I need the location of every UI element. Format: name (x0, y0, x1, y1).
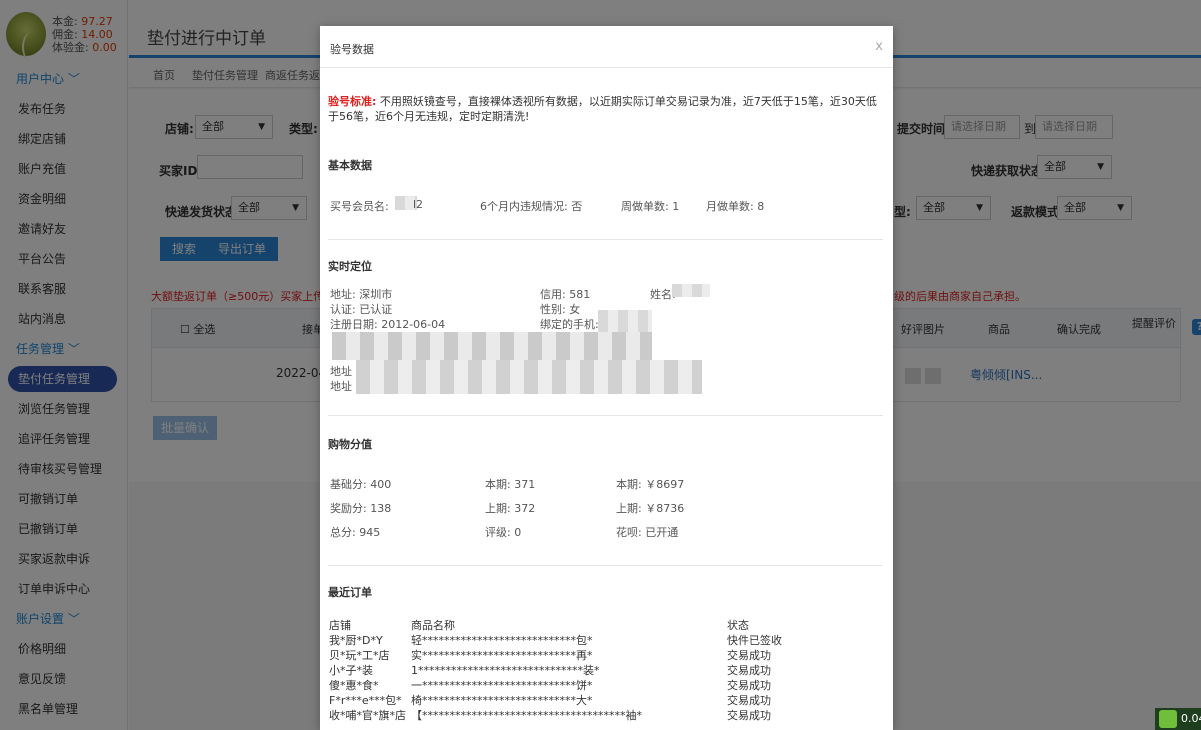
recent-orders-table: 店铺 商品名称 状态 我*厨*D*Y 轻********************… (329, 618, 869, 723)
bind-phone-label: 绑定的手机: (540, 318, 599, 331)
list-item: 贝*玩*工*店 实****************************再* … (329, 649, 771, 662)
credit-score: 信用: 581 (540, 288, 591, 301)
huabei-status: 花呗: 已开通 (616, 526, 679, 539)
member-name-tail: l2 (413, 198, 424, 211)
address-line-2: 地址 (330, 365, 352, 378)
basic-data-title: 基本数据 (328, 159, 372, 172)
redacted-block (672, 284, 710, 297)
redacted-block (598, 310, 652, 332)
shopping-score-title: 购物分值 (328, 438, 372, 451)
list-item: F*r***e***包* 椅**************************… (329, 694, 771, 707)
orders-col-shop: 店铺 (329, 619, 351, 632)
recent-orders-title: 最近订单 (328, 586, 372, 599)
violation-info: 6个月内违规情况: 否 (480, 200, 583, 213)
orders-header: 店铺 商品名称 状态 (329, 618, 869, 633)
list-item: 小*子*装 1******************************装* … (329, 664, 771, 677)
orders-col-product: 商品名称 (411, 619, 455, 632)
divider (328, 565, 883, 566)
redacted-block (332, 332, 652, 360)
this-period-score: 本期: 371 (485, 478, 536, 491)
this-period-amount: 本期: ￥8697 (616, 478, 685, 491)
orders-col-status: 状态 (727, 619, 749, 632)
weekly-orders: 周做单数: 1 (621, 200, 680, 213)
address-line-3: 地址 (330, 380, 352, 393)
close-icon[interactable]: x (875, 39, 883, 54)
standard-label: 验号标准: (328, 95, 377, 108)
verify-status: 认证: 已认证 (330, 303, 393, 316)
monthly-orders: 月做单数: 8 (706, 200, 765, 213)
divider (328, 239, 883, 240)
member-name-label: 买号会员名: (330, 200, 389, 213)
list-item: 我*厨*D*Y 轻****************************包* … (329, 634, 782, 647)
modal-title: 验号数据 (330, 43, 374, 56)
register-date: 注册日期: 2012-06-04 (330, 318, 446, 331)
modal-header: 验号数据 x (320, 26, 893, 68)
address-city: 地址: 深圳市 (330, 288, 393, 301)
redacted-block (356, 360, 702, 394)
floating-badge[interactable]: 0.04 (1155, 708, 1201, 730)
base-score: 基础分: 400 (330, 478, 392, 491)
check-standard: 验号标准: 不用照妖镜查号，直接裸体透视所有数据，以近期实际订单交易记录为准，近… (328, 94, 883, 124)
last-period-score: 上期: 372 (485, 502, 536, 515)
last-period-amount: 上期: ￥8736 (616, 502, 685, 515)
list-item: 傻*惠*食* 一****************************饼* 交… (329, 679, 771, 692)
account-check-modal: 验号数据 x 验号标准: 不用照妖镜查号，直接裸体透视所有数据，以近期实际订单交… (320, 26, 893, 730)
app-leaf-icon (1159, 710, 1177, 728)
rating: 评级: 0 (485, 526, 522, 539)
standard-text: 不用照妖镜查号，直接裸体透视所有数据，以近期实际订单交易记录为准，近7天低于15… (328, 95, 877, 123)
reward-score: 奖励分: 138 (330, 502, 392, 515)
list-item: 收*哺*官*旗*店 【*****************************… (329, 709, 771, 722)
gender: 性别: 女 (540, 303, 581, 316)
badge-text: 0.04 (1181, 712, 1201, 725)
divider (328, 415, 883, 416)
location-title: 实时定位 (328, 260, 372, 273)
total-score: 总分: 945 (330, 526, 381, 539)
